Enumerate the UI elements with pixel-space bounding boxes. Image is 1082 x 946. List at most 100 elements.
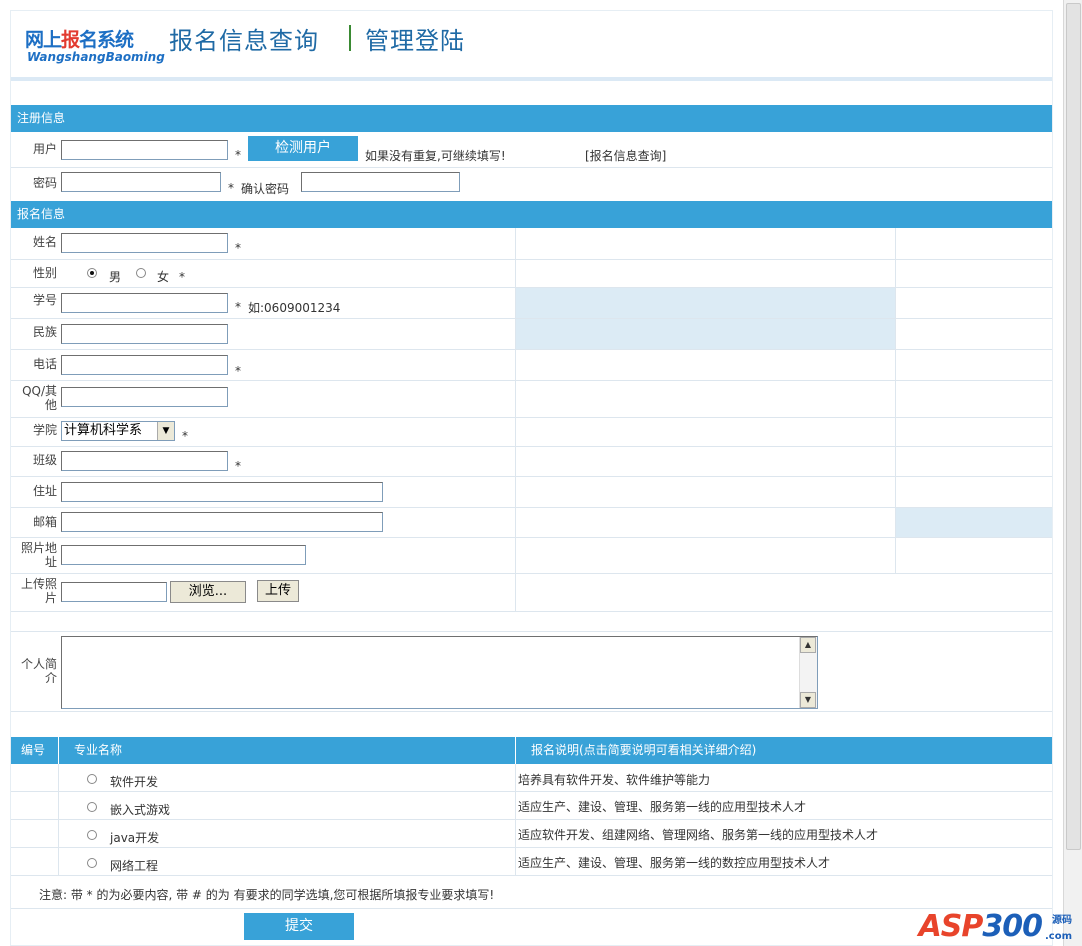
query-link[interactable]: [报名信息查询]: [585, 147, 666, 164]
password-input[interactable]: [61, 172, 221, 192]
gender-male-radio[interactable]: [87, 268, 97, 278]
nav-query-link[interactable]: 报名信息查询: [169, 21, 319, 56]
qq-label: QQ/其他: [22, 384, 57, 412]
row-email: 邮箱: [11, 508, 1052, 538]
username-input[interactable]: [61, 140, 228, 160]
header: 网上报名系统 WangshangBaoming 报名信息查询 管理登陆: [11, 11, 1052, 78]
row-ethnic: 民族: [11, 319, 1052, 350]
password-label: 密码: [32, 176, 57, 190]
gender-female-label: 女: [157, 270, 170, 284]
major-desc[interactable]: 培养具有软件开发、软件维护等能力: [518, 771, 710, 788]
col-desc-header: 报名说明(点击简要说明可看相关详细介绍): [531, 743, 757, 757]
major-desc[interactable]: 适应生产、建设、管理、服务第一线的应用型技术人才: [518, 798, 806, 815]
email-label: 邮箱: [32, 515, 57, 529]
row-address: 住址: [11, 477, 1052, 508]
chevron-down-icon[interactable]: ▼: [157, 422, 174, 440]
majors-header: 编号 专业名称 报名说明(点击简要说明可看相关详细介绍): [11, 737, 1052, 764]
header-divider: [58, 737, 59, 764]
major-name: 嵌入式游戏: [110, 803, 171, 817]
nav-admin-link[interactable]: 管理登陆: [365, 21, 465, 56]
row-name: 姓名 *: [11, 228, 1052, 260]
required-star: *: [235, 459, 241, 473]
major-radio[interactable]: [87, 830, 97, 840]
required-star: *: [179, 270, 185, 284]
col-name-header: 专业名称: [74, 743, 123, 757]
required-star: *: [235, 364, 241, 378]
qq-input[interactable]: [61, 387, 228, 407]
college-label: 学院: [32, 423, 57, 437]
required-star: *: [235, 241, 241, 255]
row-intro: 个人简介 ▲ ▼: [11, 632, 1052, 712]
scroll-up-icon[interactable]: ▲: [800, 637, 816, 653]
name-label: 姓名: [32, 235, 57, 249]
row-photo-address: 照片地址: [11, 538, 1052, 574]
textarea-scrollbar[interactable]: ▲ ▼: [799, 637, 817, 708]
row-qq: QQ/其他: [11, 381, 1052, 418]
logo-en: WangshangBaoming: [27, 50, 165, 64]
confirm-password-label: 确认密码: [241, 182, 290, 196]
browse-button[interactable]: 浏览...: [170, 581, 246, 603]
section-info: 报名信息: [11, 201, 1052, 228]
header-divider: [11, 77, 1052, 81]
major-desc[interactable]: 适应软件开发、组建网络、管理网络、服务第一线的应用型技术人才: [518, 826, 878, 843]
phone-label: 电话: [32, 357, 57, 371]
form-note: 注意: 带 * 的为必要内容, 带 # 的为 有要求的同学选填,您可根据所填报专…: [39, 888, 495, 902]
watermark-sub: 源码: [1052, 915, 1072, 926]
upload-label: 上传照片: [20, 577, 57, 605]
gender-male-label: 男: [109, 270, 122, 284]
ethnic-input[interactable]: [61, 324, 228, 344]
intro-textarea[interactable]: ▲ ▼: [61, 636, 818, 709]
row-phone: 电话 *: [11, 350, 1052, 381]
upload-button[interactable]: 上传: [257, 580, 299, 602]
logo-cn: 网上报名系统: [25, 29, 134, 51]
major-name: java开发: [110, 831, 160, 845]
name-input[interactable]: [61, 233, 228, 253]
intro-label: 个人简介: [20, 657, 57, 685]
user-label: 用户: [32, 142, 57, 156]
major-row: 嵌入式游戏 适应生产、建设、管理、服务第一线的应用型技术人才: [11, 792, 1052, 820]
col-no-header: 编号: [21, 743, 46, 757]
major-row: java开发 适应软件开发、组建网络、管理网络、服务第一线的应用型技术人才: [11, 820, 1052, 848]
ethnic-label: 民族: [32, 325, 57, 339]
page-scrollbar[interactable]: [1063, 0, 1082, 946]
row-spacer: [11, 612, 1052, 632]
major-radio[interactable]: [87, 858, 97, 868]
major-row: 网络工程 适应生产、建设、管理、服务第一线的数控应用型技术人才: [11, 848, 1052, 876]
watermark-domain: .com: [1044, 931, 1072, 942]
address-label: 住址: [32, 484, 57, 498]
class-input[interactable]: [61, 451, 228, 471]
gender-label: 性别: [32, 266, 57, 280]
row-upload: 上传照片 浏览... 上传: [11, 574, 1052, 612]
nav-separator: [349, 25, 351, 51]
check-hint: 如果没有重复,可继续填写!: [365, 149, 506, 163]
major-radio[interactable]: [87, 802, 97, 812]
confirm-password-input[interactable]: [301, 172, 460, 192]
college-select[interactable]: 计算机科学系 ▼: [61, 421, 175, 441]
major-name: 软件开发: [110, 775, 159, 789]
college-selected-value: 计算机科学系: [64, 423, 143, 438]
check-user-button[interactable]: 检测用户: [248, 136, 358, 161]
email-input[interactable]: [61, 512, 383, 532]
header-divider: [515, 737, 516, 764]
major-name: 网络工程: [110, 859, 159, 873]
row-gender: 性别 男 女 *: [11, 260, 1052, 288]
row-note: 注意: 带 * 的为必要内容, 带 # 的为 有要求的同学选填,您可根据所填报专…: [11, 876, 1052, 909]
address-input[interactable]: [61, 482, 383, 502]
row-college: 学院 计算机科学系 ▼ *: [11, 418, 1052, 447]
major-row: 软件开发 培养具有软件开发、软件维护等能力: [11, 764, 1052, 792]
required-star: *: [228, 181, 234, 195]
gender-female-radio[interactable]: [136, 268, 146, 278]
submit-button[interactable]: 提交: [244, 913, 354, 940]
major-desc[interactable]: 适应生产、建设、管理、服务第一线的数控应用型技术人才: [518, 854, 830, 871]
student-no-input[interactable]: [61, 293, 228, 313]
site-logo: 网上报名系统 WangshangBaoming: [25, 25, 165, 67]
student-no-label: 学号: [32, 293, 57, 307]
photo-address-label: 照片地址: [20, 541, 57, 569]
page-frame: 网上报名系统 WangshangBaoming 报名信息查询 管理登陆 注册信息…: [10, 10, 1053, 946]
scroll-down-icon[interactable]: ▼: [800, 692, 816, 708]
upload-file-input[interactable]: [61, 582, 167, 602]
phone-input[interactable]: [61, 355, 228, 375]
photo-address-input[interactable]: [61, 545, 306, 565]
scrollbar-thumb[interactable]: [1066, 3, 1081, 850]
major-radio[interactable]: [87, 774, 97, 784]
